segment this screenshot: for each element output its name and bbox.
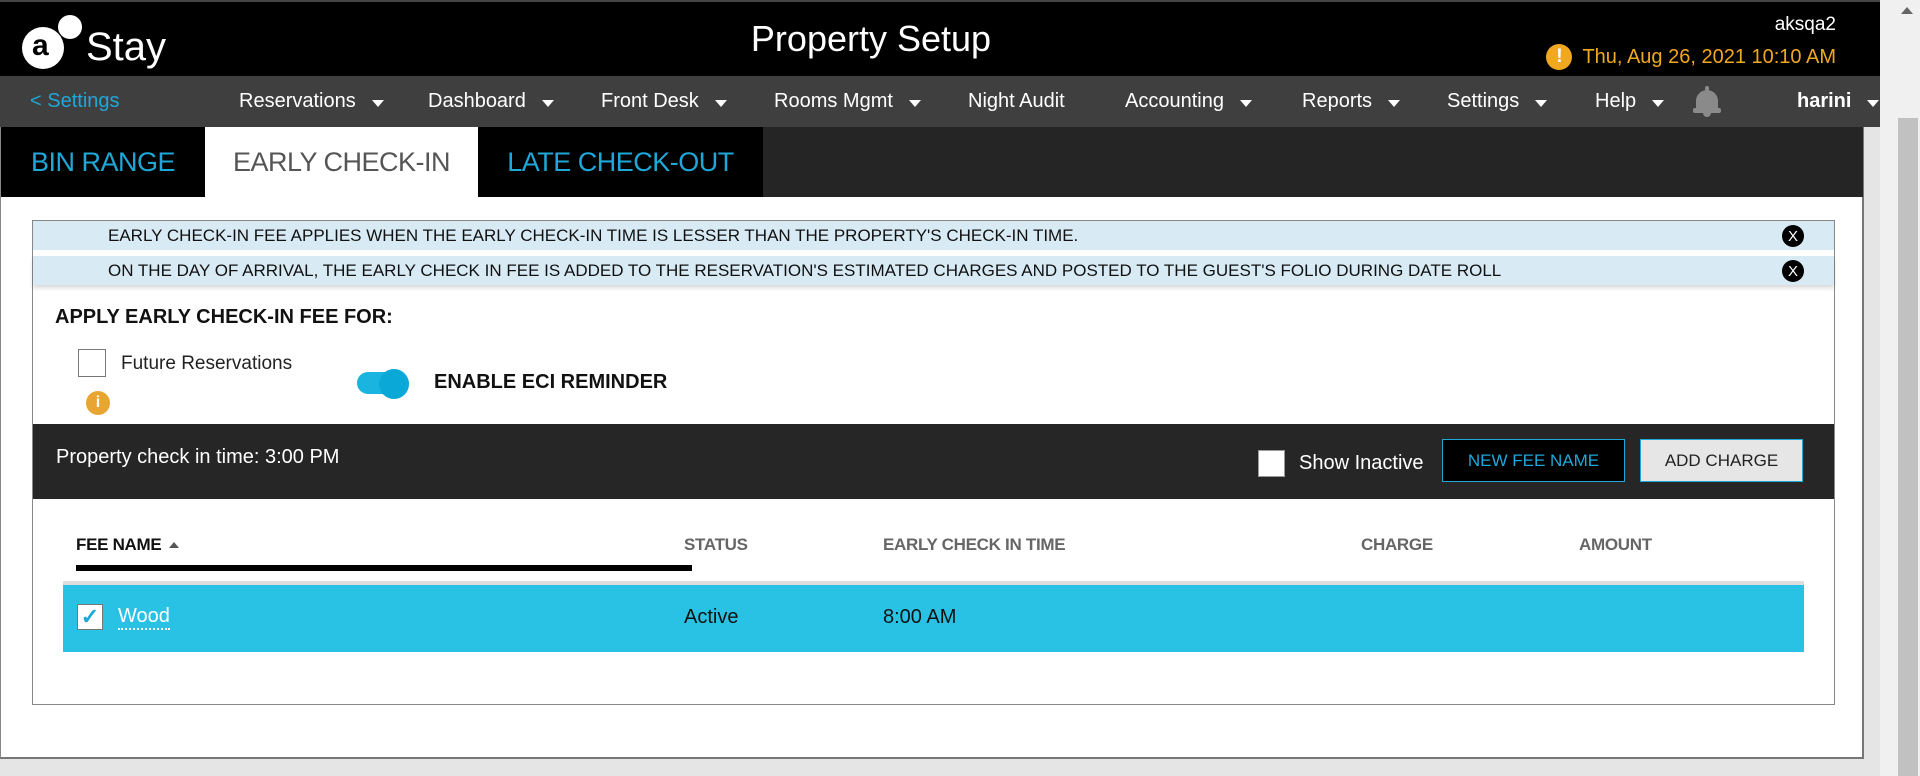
notice-text: EARLY CHECK-IN FEE APPLIES WHEN THE EARL… — [108, 225, 1079, 245]
nav-dashboard[interactable]: Dashboard — [428, 90, 554, 113]
user-menu[interactable]: harini — [1797, 90, 1880, 113]
close-icon[interactable]: X — [1782, 225, 1804, 247]
scroll-up-arrow-icon[interactable] — [1901, 7, 1913, 14]
caret-down-icon — [371, 99, 384, 107]
fee-name-link[interactable]: Wood — [118, 604, 170, 630]
nav-label: Dashboard — [428, 90, 526, 112]
sort-ascending-icon — [169, 542, 180, 548]
page-title: Property Setup — [750, 18, 992, 59]
nav-label: Front Desk — [601, 90, 699, 112]
nav-label: Night Audit — [968, 90, 1065, 112]
nav-label: Reports — [1302, 90, 1373, 112]
tab-bar: BIN RANGE EARLY CHECK-IN LATE CHECK-OUT — [1, 127, 1863, 197]
app-header: Stay Property Setup aksqa2 ! Thu, Aug 26… — [0, 0, 1880, 76]
new-fee-name-button[interactable]: NEW FEE NAME — [1442, 439, 1625, 482]
notice-banner: ON THE DAY OF ARRIVAL, THE EARLY CHECK I… — [33, 256, 1834, 285]
caret-down-icon — [714, 99, 727, 107]
back-to-settings-link[interactable]: < Settings — [30, 90, 120, 113]
caret-down-icon — [1652, 99, 1665, 107]
tab-late-check-out[interactable]: LATE CHECK-OUT — [478, 127, 763, 197]
nav-reports[interactable]: Reports — [1302, 90, 1401, 113]
caret-down-icon — [541, 99, 554, 107]
nav-help[interactable]: Help — [1595, 90, 1665, 113]
nav-front-desk[interactable]: Front Desk — [601, 90, 727, 113]
nav-reservations[interactable]: Reservations — [239, 90, 384, 113]
info-icon[interactable]: i — [86, 391, 110, 415]
table-row[interactable]: ✓ Wood Active 8:00 AM — [63, 585, 1804, 652]
add-charge-button[interactable]: ADD CHARGE — [1640, 439, 1803, 482]
nav-rooms-mgmt[interactable]: Rooms Mgmt — [774, 90, 921, 113]
checkmark-icon: ✓ — [80, 604, 100, 629]
tab-bin-range[interactable]: BIN RANGE — [1, 127, 205, 197]
column-header-amount[interactable]: AMOUNT — [1579, 535, 1652, 555]
property-code: aksqa2 — [1774, 14, 1836, 35]
nav-accounting[interactable]: Accounting — [1125, 90, 1252, 113]
future-reservations-checkbox[interactable] — [78, 349, 106, 377]
caret-down-icon — [1867, 99, 1880, 107]
column-header-fee-name[interactable]: FEE NAME — [76, 535, 180, 555]
scroll-gutter — [1880, 0, 1894, 776]
nav-night-audit[interactable]: Night Audit — [968, 90, 1065, 113]
bell-icon[interactable] — [1693, 86, 1721, 118]
notice-text: ON THE DAY OF ARRIVAL, THE EARLY CHECK I… — [108, 260, 1502, 280]
future-reservations-label: Future Reservations — [121, 353, 293, 374]
nav-label: Help — [1595, 90, 1637, 112]
exclamation-circle-icon[interactable]: ! — [1546, 44, 1573, 70]
tab-early-check-in[interactable]: EARLY CHECK-IN — [205, 127, 478, 197]
apply-fee-heading: APPLY EARLY CHECK-IN FEE FOR: — [55, 306, 393, 328]
column-header-charge[interactable]: CHARGE — [1361, 535, 1433, 555]
row-checkbox[interactable]: ✓ — [77, 604, 103, 630]
scrollbar-thumb[interactable] — [1898, 118, 1918, 776]
show-inactive-checkbox[interactable] — [1258, 450, 1285, 477]
user-name: harini — [1797, 90, 1852, 112]
caret-down-icon — [1239, 99, 1252, 107]
nav-settings[interactable]: Settings — [1447, 90, 1548, 113]
column-header-status[interactable]: STATUS — [684, 535, 748, 555]
fee-toolbar: Property check in time: 3:00 PM Show Ina… — [33, 424, 1834, 499]
column-header-early-check-in-time[interactable]: EARLY CHECK IN TIME — [883, 535, 1066, 555]
toggle-knob — [379, 369, 409, 399]
nav-label: Reservations — [239, 90, 356, 112]
show-inactive-label: Show Inactive — [1299, 452, 1424, 474]
nav-label: Accounting — [1125, 90, 1224, 112]
property-info: aksqa2 ! Thu, Aug 26, 2021 10:10 AM — [1546, 14, 1836, 70]
status-cell: Active — [684, 606, 739, 628]
business-datetime: Thu, Aug 26, 2021 10:10 AM — [1582, 45, 1836, 68]
notice-banner: EARLY CHECK-IN FEE APPLIES WHEN THE EARL… — [33, 221, 1834, 250]
eci-reminder-label: ENABLE ECI REMINDER — [434, 371, 668, 393]
early-check-in-time-cell: 8:00 AM — [883, 606, 957, 628]
vertical-scrollbar[interactable] — [1894, 0, 1920, 776]
close-icon[interactable]: X — [1782, 260, 1804, 282]
property-check-in-time: Property check in time: 3:00 PM — [56, 446, 340, 468]
early-check-in-panel: EARLY CHECK-IN FEE APPLIES WHEN THE EARL… — [32, 220, 1835, 705]
caret-down-icon — [908, 99, 921, 107]
sort-indicator-bar — [76, 565, 692, 571]
nav-label: Settings — [1447, 90, 1520, 112]
caret-down-icon — [1388, 99, 1401, 107]
eci-reminder-toggle[interactable] — [357, 369, 409, 399]
main-nav: < Settings Reservations Dashboard Front … — [0, 76, 1880, 127]
content-area: BIN RANGE EARLY CHECK-IN LATE CHECK-OUT … — [0, 127, 1864, 759]
nav-label: Rooms Mgmt — [774, 90, 893, 112]
caret-down-icon — [1535, 99, 1548, 107]
column-label: FEE NAME — [76, 535, 162, 554]
